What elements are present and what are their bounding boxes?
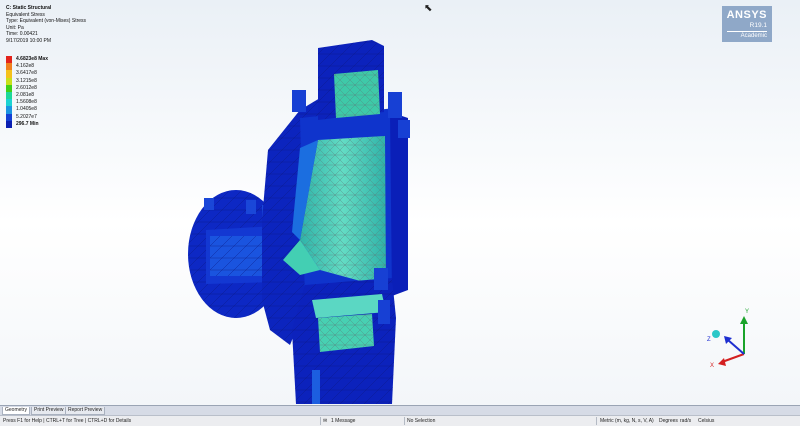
triad-y-label: Y xyxy=(745,309,749,315)
status-bar: Press F1 for Help | CTRL+T for Tree | CT… xyxy=(0,415,800,426)
triad-origin-icon xyxy=(712,330,720,338)
bottom-flange xyxy=(292,268,396,404)
graphics-viewport[interactable]: C: Static Structural Equivalent Stress T… xyxy=(0,0,800,405)
tab-print-preview[interactable]: Print Preview xyxy=(31,407,67,415)
x-axis-arrow-icon xyxy=(718,358,726,366)
triad-x-label: X xyxy=(710,363,714,369)
view-tab-bar: Geometry Print Preview Report Preview xyxy=(0,405,800,415)
stress-contour-model[interactable]: Y X Z xyxy=(0,0,800,405)
tab-geometry[interactable]: Geometry xyxy=(2,407,30,415)
coordinate-triad[interactable]: Y X Z xyxy=(707,309,749,369)
y-axis-arrow-icon xyxy=(740,316,748,324)
tab-report-preview[interactable]: Report Preview xyxy=(65,407,106,415)
triad-z-label: Z xyxy=(707,337,711,343)
